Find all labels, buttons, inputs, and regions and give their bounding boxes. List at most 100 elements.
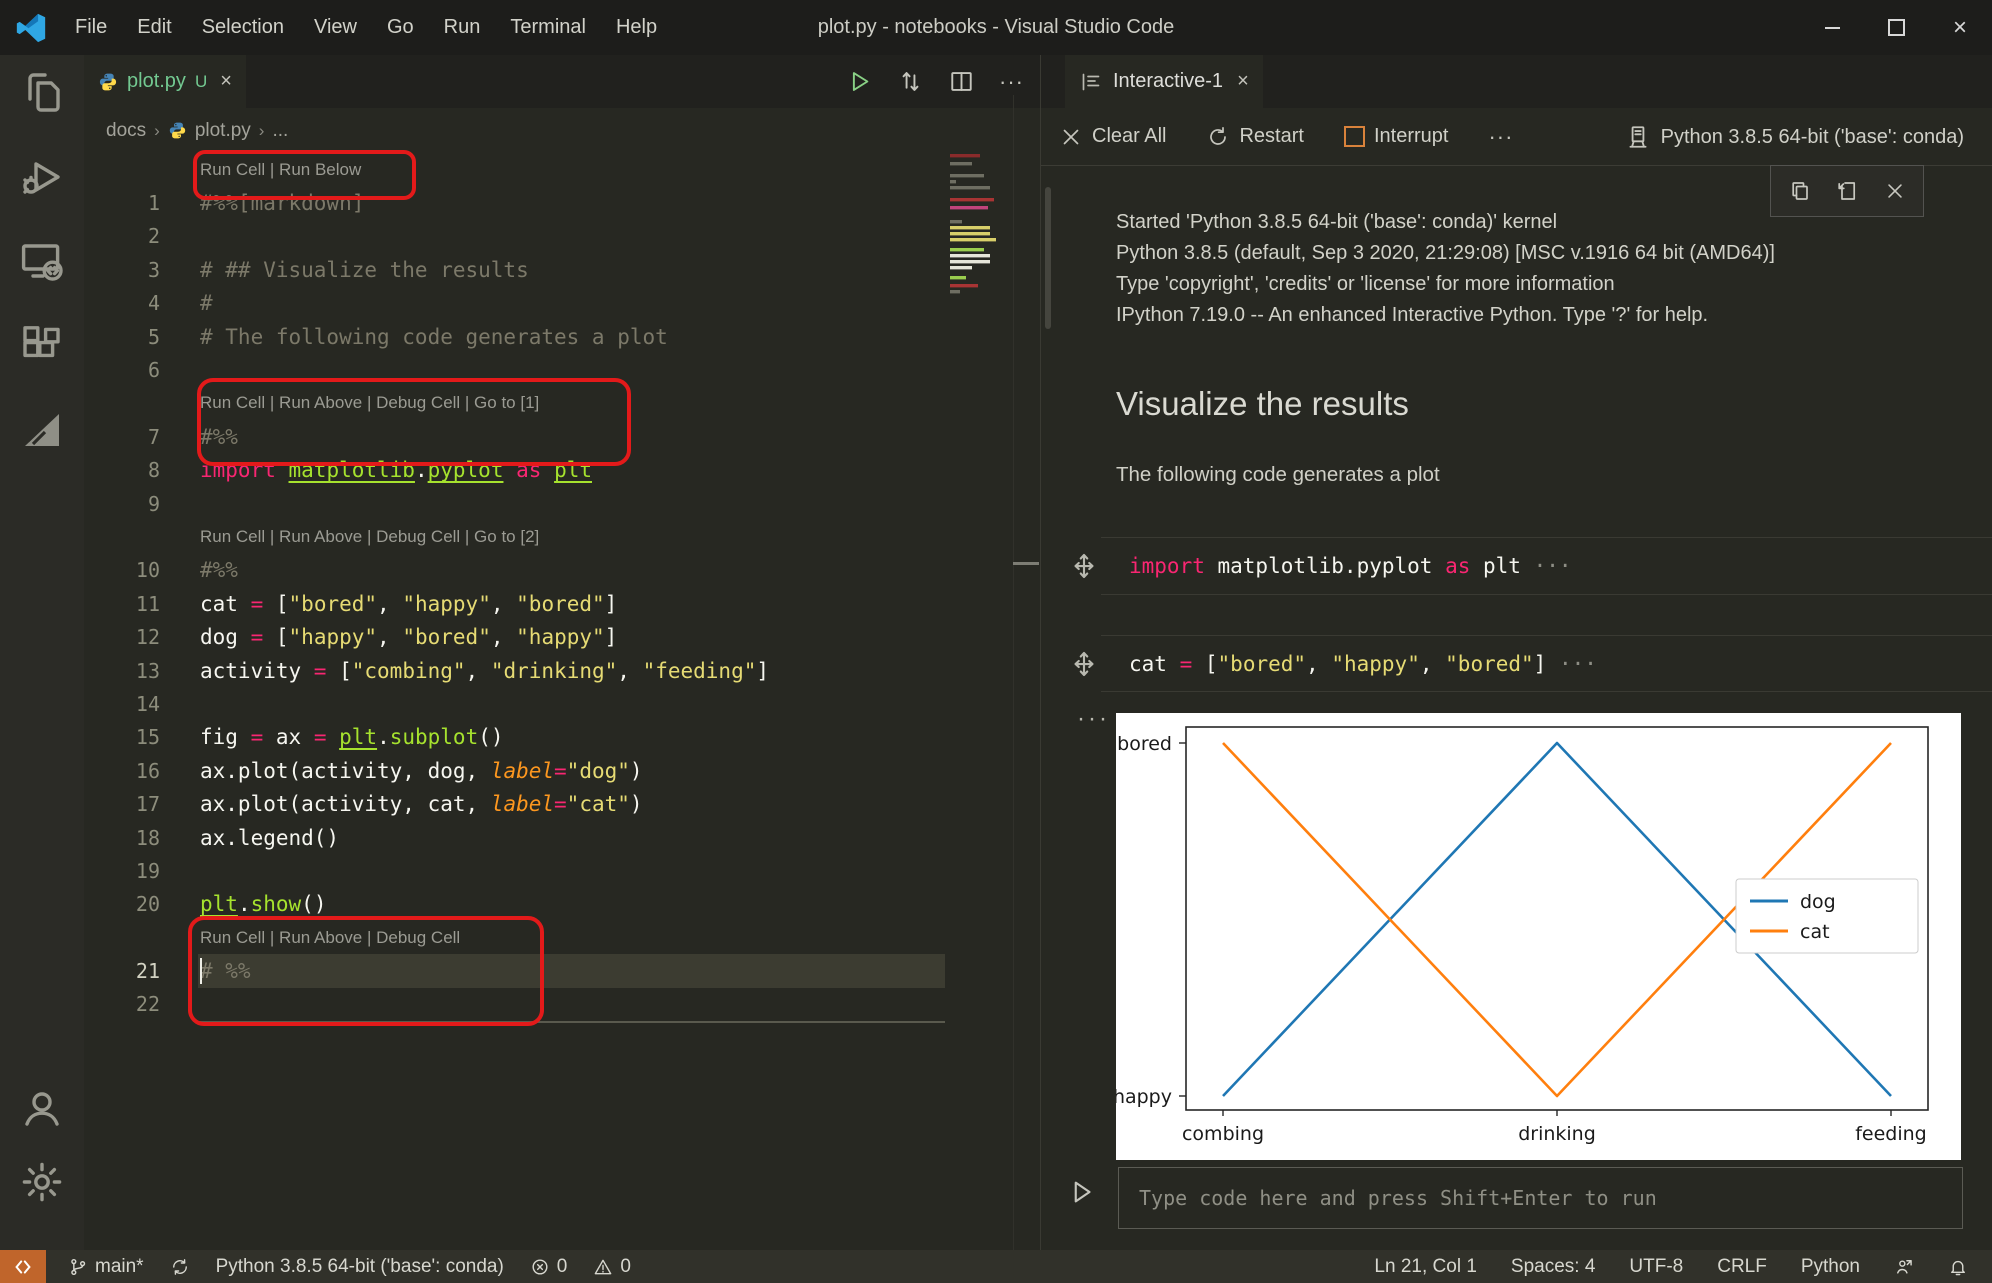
code-line[interactable]: #%% xyxy=(200,425,238,449)
code-line[interactable]: # %% xyxy=(200,959,251,983)
breadcrumb-item[interactable]: docs xyxy=(106,120,146,142)
goto-cell-icon[interactable] xyxy=(1069,551,1099,581)
codelens-link[interactable]: Run Cell | Run Below xyxy=(200,160,361,180)
output-collapse-icon[interactable]: ··· xyxy=(1077,705,1110,733)
kernel-icon xyxy=(1625,124,1651,150)
code-line[interactable]: # ## Visualize the results xyxy=(200,258,529,282)
menu-item-terminal[interactable]: Terminal xyxy=(495,0,601,55)
line-number: 8 xyxy=(84,458,200,482)
settings-icon[interactable] xyxy=(18,1158,66,1206)
interactive-cell[interactable]: import matplotlib.pyplot as plt ··· xyxy=(1041,537,1992,595)
code-line[interactable]: fig = ax = plt.subplot() xyxy=(200,725,504,749)
status-item-branch[interactable]: main* xyxy=(68,1250,144,1283)
codelens-link[interactable]: Run Cell | Run Above | Debug Cell | Go t… xyxy=(200,393,539,413)
panel-scrollbar-thumb[interactable] xyxy=(1045,187,1051,329)
compare-changes-icon[interactable] xyxy=(897,68,924,95)
status-item-feedback[interactable] xyxy=(1894,1250,1914,1283)
menu-item-edit[interactable]: Edit xyxy=(122,0,186,55)
status-item[interactable]: Python xyxy=(1801,1250,1860,1283)
line-number: 22 xyxy=(84,992,200,1016)
menu-item-run[interactable]: Run xyxy=(429,0,496,55)
code-row: 7#%% xyxy=(84,420,928,453)
breadcrumb-separator: › xyxy=(154,121,160,141)
goto-cell-icon[interactable] xyxy=(1069,649,1099,679)
status-bar-left: main* Python 3.8.5 64-bit ('base': conda)… xyxy=(0,1250,631,1283)
status-item[interactable]: Ln 21, Col 1 xyxy=(1374,1250,1476,1283)
code-line[interactable]: ax.plot(activity, dog, label="dog") xyxy=(200,759,643,783)
code-line[interactable]: activity = ["combing", "drinking", "feed… xyxy=(200,659,769,683)
codelens-link[interactable]: Run Cell | Run Above | Debug Cell xyxy=(200,928,460,948)
run-debug-icon[interactable] xyxy=(18,153,66,201)
code-line[interactable]: # xyxy=(200,291,213,315)
status-item[interactable]: Python 3.8.5 64-bit ('base': conda) xyxy=(216,1250,504,1283)
close-icon[interactable]: × xyxy=(1928,0,1992,55)
menu-item-go[interactable]: Go xyxy=(372,0,429,55)
breadcrumb-item[interactable]: plot.py xyxy=(195,120,251,142)
code-line[interactable]: plt.show() xyxy=(200,892,326,916)
breadcrumb[interactable]: docs›plot.py›... xyxy=(84,108,288,153)
bell-icon xyxy=(1948,1257,1968,1277)
status-bar: main* Python 3.8.5 64-bit ('base': conda)… xyxy=(0,1250,1992,1283)
remote-indicator[interactable] xyxy=(0,1250,46,1283)
code-line[interactable]: #%% xyxy=(200,558,238,582)
status-label: Python 3.8.5 64-bit ('base': conda) xyxy=(216,1256,504,1278)
code-line[interactable]: cat = ["bored", "happy", "bored"] xyxy=(200,592,617,616)
minimap[interactable] xyxy=(946,150,1010,300)
status-item-error[interactable]: 0 xyxy=(530,1250,568,1283)
breadcrumb-item[interactable]: ... xyxy=(272,120,288,142)
code-line[interactable]: dog = ["happy", "bored", "happy"] xyxy=(200,625,617,649)
code-line[interactable]: ax.legend() xyxy=(200,826,339,850)
codelens-row: Run Cell | Run Above | Debug Cell xyxy=(84,921,928,954)
remote-explorer-icon[interactable] xyxy=(18,237,66,285)
clear-all-button[interactable]: Clear All xyxy=(1059,125,1166,149)
more-actions-icon[interactable]: ··· xyxy=(999,69,1024,95)
scrollbar[interactable] xyxy=(1013,95,1014,1250)
interactive-code-input[interactable] xyxy=(1118,1167,1963,1229)
status-item[interactable]: CRLF xyxy=(1717,1250,1767,1283)
run-file-icon[interactable] xyxy=(846,68,873,95)
export-icon[interactable] xyxy=(1836,179,1860,203)
line-number: 9 xyxy=(84,492,200,516)
minimize-icon[interactable] xyxy=(1800,0,1864,55)
kernel-selector[interactable]: Python 3.8.5 64-bit ('base': conda) xyxy=(1625,108,1964,166)
prompt-icon xyxy=(1067,1175,1097,1209)
accounts-icon[interactable] xyxy=(18,1084,66,1132)
menu-item-help[interactable]: Help xyxy=(601,0,672,55)
triangle-extension-icon[interactable] xyxy=(18,405,66,453)
panel-tab-label: Interactive-1 xyxy=(1113,70,1223,93)
status-item-warning[interactable]: 0 xyxy=(593,1250,631,1283)
code-line[interactable]: import matplotlib.pyplot as plt xyxy=(200,458,592,482)
restart-button[interactable]: Restart xyxy=(1206,125,1303,149)
status-item[interactable]: UTF-8 xyxy=(1629,1250,1683,1283)
split-editor-icon[interactable] xyxy=(948,68,975,95)
interrupt-button[interactable]: Interrupt xyxy=(1344,125,1448,148)
line-number: 13 xyxy=(84,659,200,683)
menu-item-view[interactable]: View xyxy=(299,0,372,55)
copy-icon[interactable] xyxy=(1788,179,1812,203)
svg-text:combing: combing xyxy=(1182,1123,1264,1145)
toolbar-more-button[interactable]: ··· xyxy=(1488,124,1513,150)
status-item-sync[interactable] xyxy=(170,1250,190,1283)
tab-interactive-1[interactable]: Interactive-1 × xyxy=(1065,55,1263,108)
delete-icon[interactable] xyxy=(1884,180,1906,202)
menu-item-file[interactable]: File xyxy=(60,0,122,55)
activity-bar xyxy=(0,55,84,1250)
explorer-icon[interactable] xyxy=(18,69,66,117)
codelens-link[interactable]: Run Cell | Run Above | Debug Cell | Go t… xyxy=(200,527,539,547)
status-item-bell[interactable] xyxy=(1948,1250,1968,1283)
code-line[interactable]: #%%[markdown] xyxy=(200,191,364,215)
panel-tab-close-icon[interactable]: × xyxy=(1237,70,1249,93)
status-item[interactable]: Spaces: 4 xyxy=(1511,1250,1596,1283)
code-line[interactable]: ax.plot(activity, cat, label="cat") xyxy=(200,792,643,816)
extensions-icon[interactable] xyxy=(18,321,66,369)
menu-item-selection[interactable]: Selection xyxy=(187,0,299,55)
code-line[interactable]: # The following code generates a plot xyxy=(200,325,668,349)
tab-close-icon[interactable]: × xyxy=(220,70,232,93)
tab-label: plot.py xyxy=(127,70,186,93)
maximize-icon[interactable] xyxy=(1864,0,1928,55)
tab-plot-py[interactable]: plot.py U × xyxy=(84,55,246,108)
code-editor[interactable]: Run Cell | Run Below1#%%[markdown]23# ##… xyxy=(84,153,928,1021)
interactive-cell[interactable]: cat = ["bored", "happy", "bored"] ··· xyxy=(1041,635,1992,692)
line-number: 15 xyxy=(84,725,200,749)
status-label: CRLF xyxy=(1717,1256,1767,1278)
